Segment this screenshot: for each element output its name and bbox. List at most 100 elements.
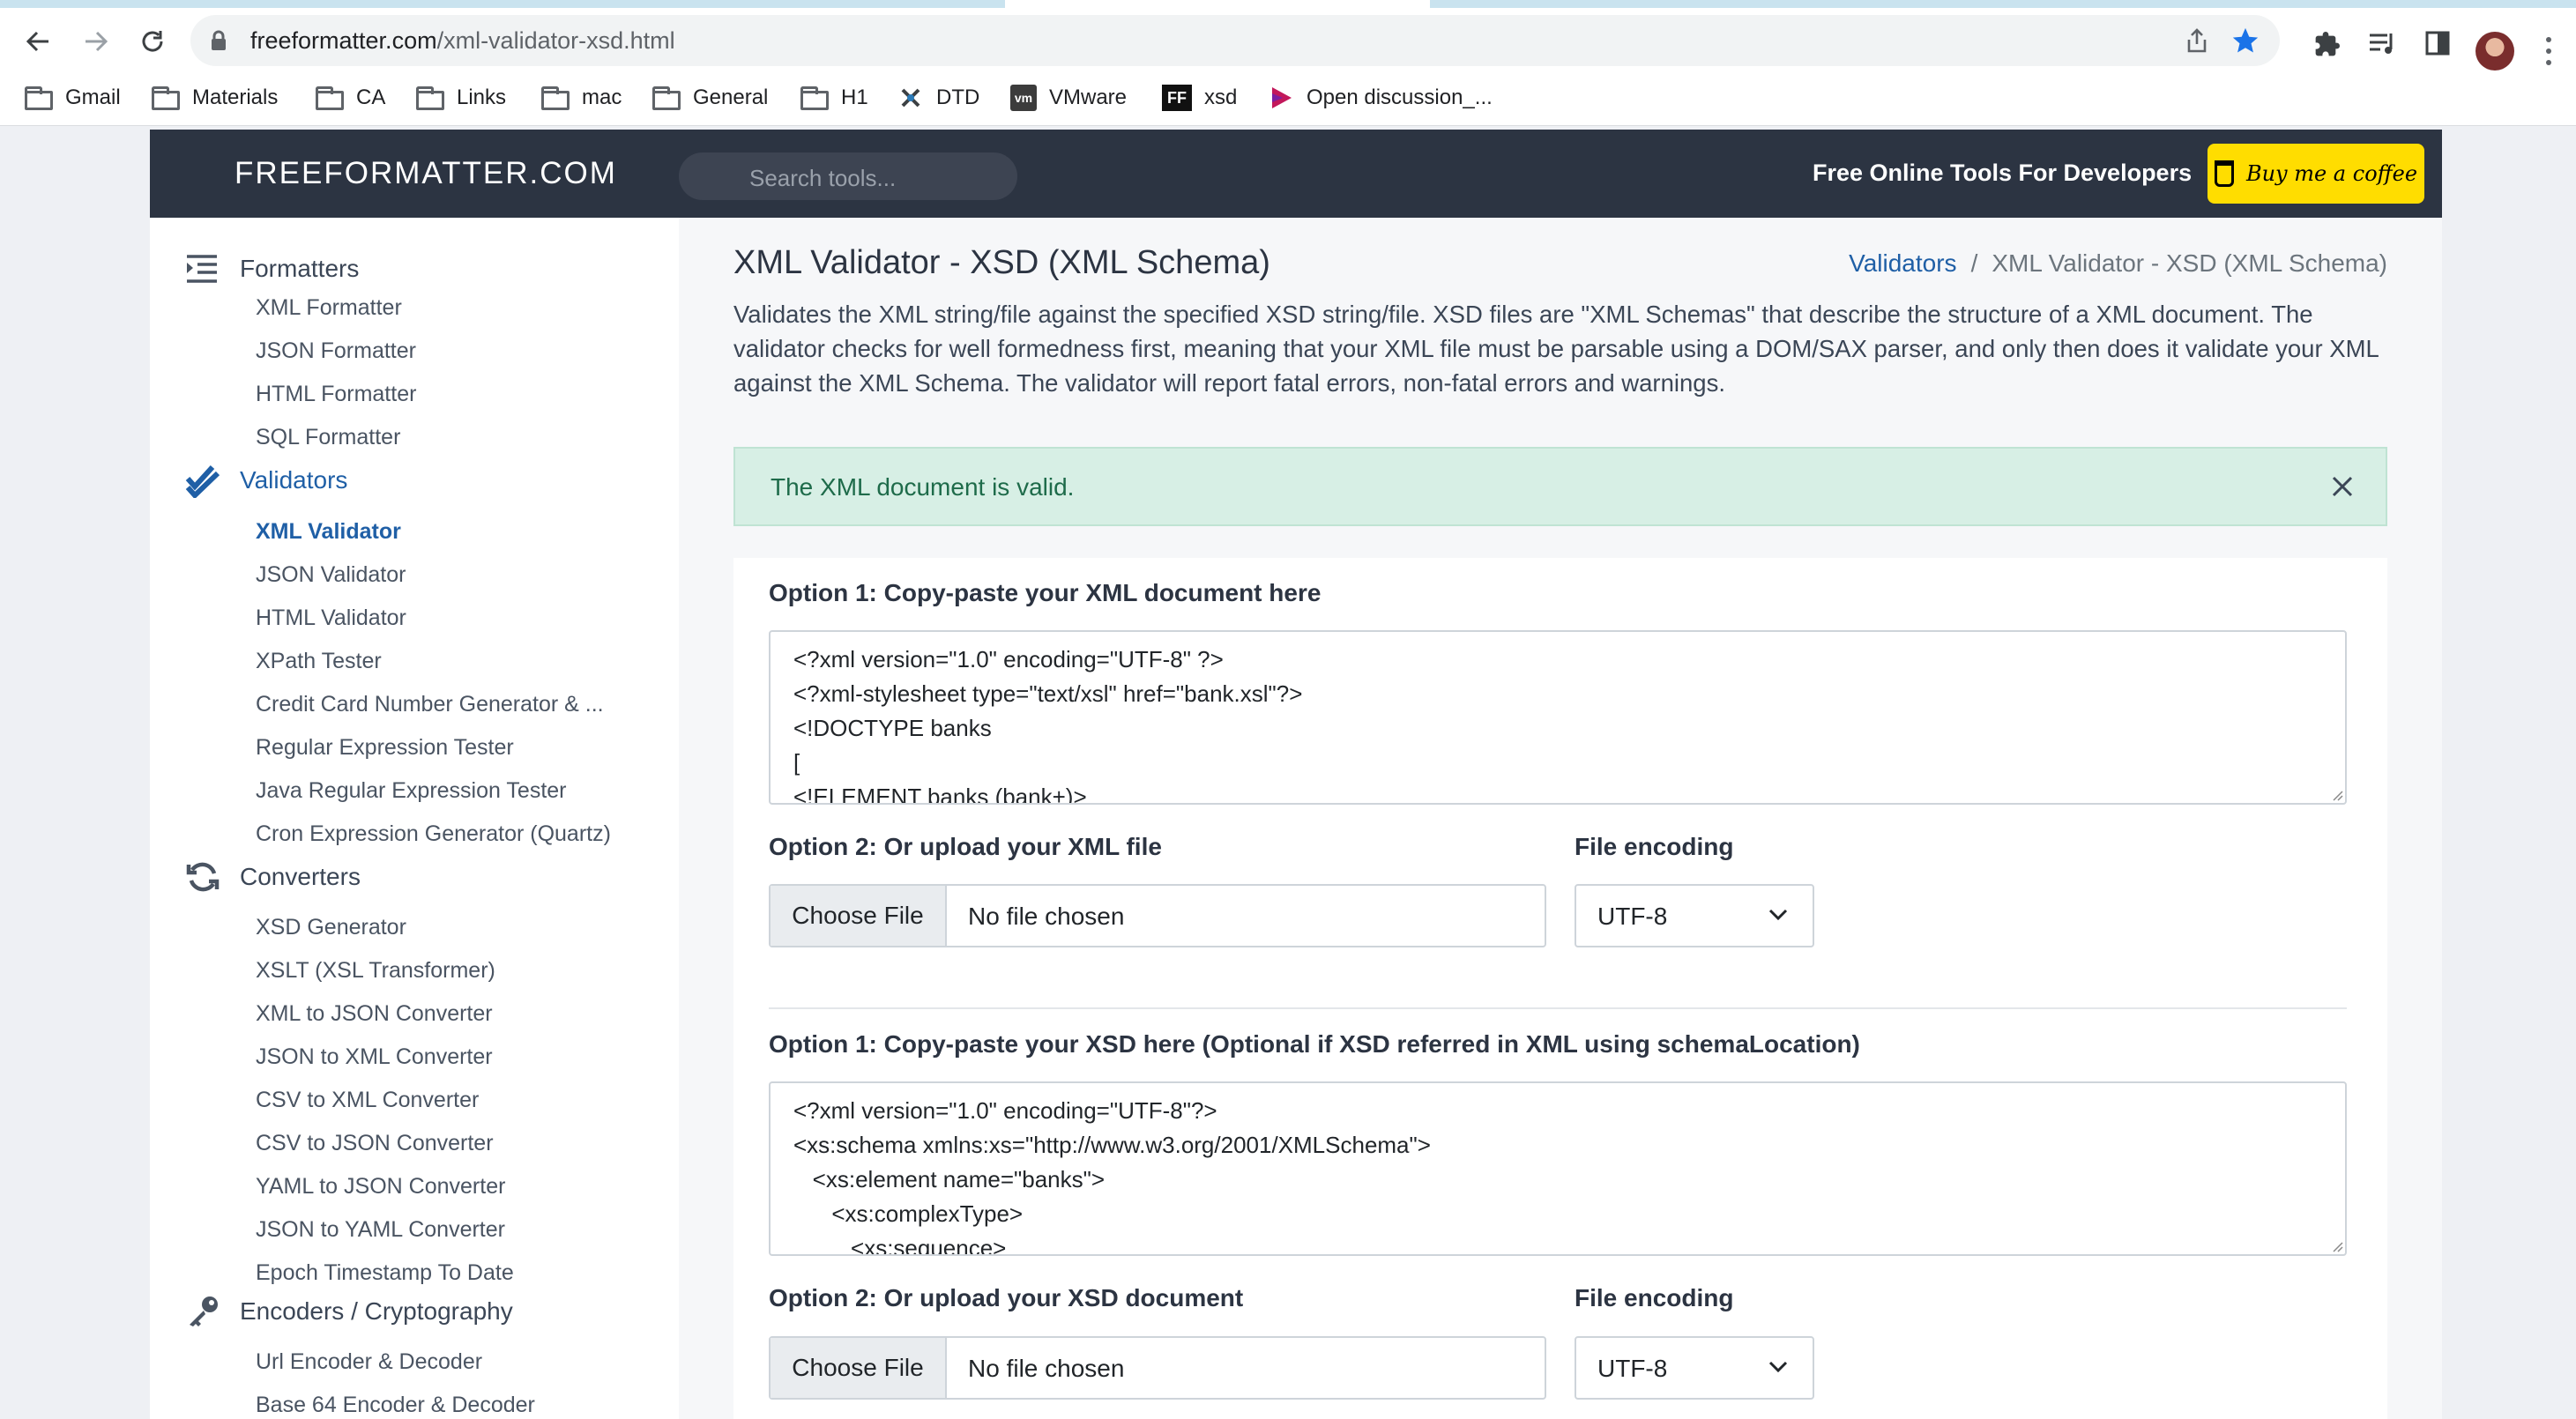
- sidebar-item-epoch-timestamp[interactable]: Epoch Timestamp To Date: [256, 1260, 514, 1286]
- resize-grip-icon[interactable]: [2331, 1240, 2343, 1252]
- validator-form: Option 1: Copy-paste your XML document h…: [733, 558, 2387, 1419]
- lock-icon[interactable]: [210, 30, 227, 51]
- tab-background[interactable]: [0, 0, 1005, 8]
- bookmark-xsd[interactable]: FF xsd: [1162, 83, 1237, 113]
- bookmark-dtd[interactable]: DTD: [897, 83, 979, 113]
- sidebar-item-xml-to-json[interactable]: XML to JSON Converter: [256, 1001, 493, 1027]
- category-label: Encoders / Cryptography: [240, 1297, 513, 1325]
- sidebar-category-validators[interactable]: Validators: [185, 463, 347, 498]
- bookmark-star-icon[interactable]: [2230, 26, 2260, 56]
- breadcrumb-validators-link[interactable]: Validators: [1849, 249, 1956, 277]
- sidebar-item-xslt[interactable]: XSLT (XSL Transformer): [256, 958, 495, 984]
- code-line: <?xml version="1.0" encoding="UTF-8" ?>: [793, 646, 1224, 672]
- bookmark-h1[interactable]: H1: [800, 83, 868, 113]
- xml-encoding-select[interactable]: UTF-8: [1575, 884, 1814, 947]
- bookmark-label: CA: [356, 85, 386, 109]
- bookmark-gmail[interactable]: Gmail: [25, 83, 121, 113]
- share-icon[interactable]: [2185, 27, 2209, 54]
- sidebar-category-converters[interactable]: Converters: [185, 859, 361, 895]
- key-icon: [190, 1296, 218, 1326]
- sidebar-item-html-formatter[interactable]: HTML Formatter: [256, 382, 416, 407]
- search-input[interactable]: Search tools...: [679, 152, 1017, 200]
- url-host: freeformatter.com: [250, 27, 437, 54]
- sidebar-item-xpath-tester[interactable]: XPath Tester: [256, 649, 382, 674]
- reload-button[interactable]: [130, 19, 175, 63]
- sidebar-item-csv-to-json[interactable]: CSV to JSON Converter: [256, 1131, 494, 1156]
- sidebar-item-xml-validator[interactable]: XML Validator: [256, 519, 401, 545]
- sidebar-item-sql-formatter[interactable]: SQL Formatter: [256, 425, 400, 450]
- tab-background[interactable]: [1430, 0, 2576, 8]
- bookmark-label: xsd: [1204, 85, 1238, 109]
- sidebar-item-json-to-yaml[interactable]: JSON to YAML Converter: [256, 1217, 505, 1243]
- forward-button[interactable]: [74, 19, 118, 63]
- bookmark-label: Materials: [192, 85, 279, 109]
- media-queue-icon[interactable]: [2368, 30, 2398, 58]
- page-title: XML Validator - XSD (XML Schema): [733, 244, 1270, 281]
- category-label: Validators: [240, 466, 348, 494]
- sidebar-item-yaml-to-json[interactable]: YAML to JSON Converter: [256, 1174, 505, 1200]
- xsd-encoding-label: File encoding: [1575, 1284, 1734, 1311]
- address-bar[interactable]: freeformatter.com/xml-validator-xsd.html: [190, 15, 2280, 66]
- xsd-encoding-value: UTF-8: [1597, 1355, 1668, 1382]
- url-text[interactable]: freeformatter.com/xml-validator-xsd.html: [250, 27, 675, 55]
- sidebar-item-regex-tester[interactable]: Regular Expression Tester: [256, 735, 514, 761]
- xml-option1-label: Option 1: Copy-paste your XML document h…: [769, 579, 1322, 606]
- coffee-button-label: Buy me a coffee: [2245, 161, 2418, 186]
- bookmark-label: Gmail: [65, 85, 121, 109]
- xml-choose-file-button[interactable]: Choose File: [771, 886, 947, 946]
- sidebar-category-formatters[interactable]: Formatters: [185, 251, 359, 286]
- page-description: Validates the XML string/file against th…: [733, 301, 2379, 397]
- back-button[interactable]: [16, 19, 60, 63]
- site-logo[interactable]: FREEFORMATTER.COM: [235, 156, 617, 191]
- sidebar-item-csv-to-xml[interactable]: CSV to XML Converter: [256, 1088, 479, 1113]
- bookmark-ca[interactable]: CA: [316, 83, 385, 113]
- sidebar-item-java-regex-tester[interactable]: Java Regular Expression Tester: [256, 778, 567, 804]
- sidebar-item-url-encoder[interactable]: Url Encoder & Decoder: [256, 1349, 482, 1375]
- sidebar-item-json-validator[interactable]: JSON Validator: [256, 562, 406, 588]
- ff-favicon-icon: FF: [1162, 85, 1192, 111]
- site-tagline: Free Online Tools For Developers: [1813, 160, 2193, 186]
- xsd-choose-file-button[interactable]: Choose File: [771, 1338, 947, 1398]
- sidebar-item-xsd-generator[interactable]: XSD Generator: [256, 915, 406, 940]
- sidebar-item-json-to-xml[interactable]: JSON to XML Converter: [256, 1044, 493, 1070]
- xsd-textarea[interactable]: <?xml version="1.0" encoding="UTF-8"?> <…: [769, 1081, 2347, 1256]
- resize-grip-icon[interactable]: [2331, 789, 2343, 801]
- sidebar-item-json-formatter[interactable]: JSON Formatter: [256, 338, 416, 364]
- xml-option2-label: Option 2: Or upload your XML file: [769, 833, 1162, 860]
- bookmark-label: Links: [457, 85, 507, 109]
- site-header: FREEFORMATTER.COM Search tools... Free O…: [150, 130, 2442, 218]
- bookmark-label: DTD: [936, 85, 980, 109]
- bookmark-label: H1: [841, 85, 868, 109]
- chevron-down-icon: [1768, 1361, 1788, 1373]
- refresh-arrows-icon: [186, 862, 220, 892]
- chevron-down-icon: [1768, 909, 1788, 921]
- breadcrumb-current: XML Validator - XSD (XML Schema): [1992, 249, 2387, 277]
- bookmarks-bar: Gmail Materials CA Links mac General H1 …: [0, 72, 2576, 126]
- bookmark-open-discussion[interactable]: Open discussion_...: [1268, 83, 1493, 113]
- browser-menu-icon[interactable]: [2546, 37, 2553, 67]
- sidebar-item-credit-card-generator[interactable]: Credit Card Number Generator & ...: [256, 692, 604, 717]
- bookmark-mac[interactable]: mac: [541, 83, 622, 113]
- sidebar-item-xml-formatter[interactable]: XML Formatter: [256, 295, 402, 321]
- extensions-icon[interactable]: [2313, 30, 2341, 58]
- folder-icon: [800, 86, 829, 110]
- bookmark-vmware[interactable]: vm VMware: [1010, 83, 1127, 113]
- xml-file-input[interactable]: Choose File No file chosen: [769, 884, 1546, 947]
- bookmark-general[interactable]: General: [652, 83, 768, 113]
- xsd-file-input[interactable]: Choose File No file chosen: [769, 1336, 1546, 1400]
- sidebar-category-encoders[interactable]: Encoders / Cryptography: [185, 1294, 513, 1329]
- sidebar-item-base64-encoder[interactable]: Base 64 Encoder & Decoder: [256, 1393, 535, 1418]
- close-icon[interactable]: [2331, 475, 2354, 498]
- side-panel-icon[interactable]: [2424, 30, 2451, 56]
- xml-textarea[interactable]: <?xml version="1.0" encoding="UTF-8" ?> …: [769, 630, 2347, 805]
- bookmark-links[interactable]: Links: [416, 83, 506, 113]
- profile-avatar[interactable]: [2475, 32, 2514, 71]
- sidebar-item-html-validator[interactable]: HTML Validator: [256, 605, 406, 631]
- vmware-favicon-icon: vm: [1010, 85, 1037, 111]
- bookmark-materials[interactable]: Materials: [152, 83, 278, 113]
- sidebar-item-cron-generator[interactable]: Cron Expression Generator (Quartz): [256, 821, 611, 847]
- reload-icon: [142, 31, 163, 52]
- xml-encoding-label: File encoding: [1575, 833, 1734, 860]
- buy-me-a-coffee-button[interactable]: Buy me a coffee: [2207, 144, 2424, 204]
- xsd-encoding-select[interactable]: UTF-8: [1575, 1336, 1814, 1400]
